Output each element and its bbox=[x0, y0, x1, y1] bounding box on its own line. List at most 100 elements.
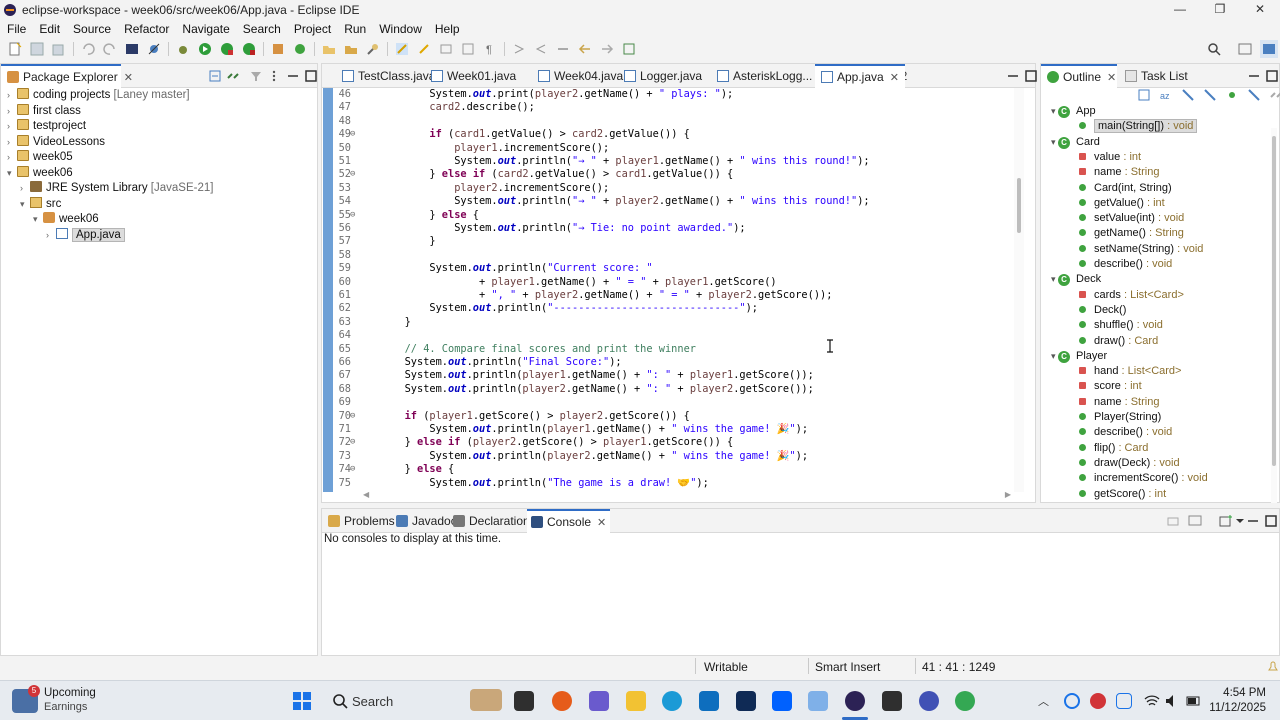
tree-item[interactable]: › VideoLessons bbox=[7, 134, 105, 150]
widget-title[interactable]: Upcoming bbox=[44, 687, 96, 699]
close-icon[interactable]: ✕ bbox=[1107, 72, 1116, 84]
maximize-button[interactable]: ❐ bbox=[1200, 0, 1240, 20]
chevron-down-icon[interactable]: ▾ bbox=[1051, 106, 1058, 116]
menu-project[interactable]: Project bbox=[289, 22, 339, 36]
sort-icon[interactable]: az bbox=[1159, 88, 1173, 102]
outline-item[interactable]: main(String[]) : void bbox=[1079, 119, 1198, 134]
outline-scrollbar-thumb[interactable] bbox=[1272, 136, 1276, 466]
new-java-package-icon[interactable] bbox=[271, 42, 285, 56]
tab-package-explorer[interactable]: Package Explorer ✕ bbox=[1, 64, 133, 88]
tab-outline[interactable]: Outline ✕ bbox=[1041, 64, 1117, 88]
sync-icon[interactable] bbox=[1064, 693, 1080, 709]
notifications-icon[interactable] bbox=[1266, 659, 1280, 673]
outline-item[interactable]: getScore() : int bbox=[1079, 487, 1166, 502]
hide-fields-icon[interactable] bbox=[1181, 88, 1195, 102]
vertical-scrollbar[interactable] bbox=[1014, 88, 1024, 492]
editor-tab[interactable]: App.java ✕ bbox=[815, 64, 905, 88]
menu-help[interactable]: Help bbox=[430, 22, 468, 36]
chevron-down-icon[interactable]: ▾ bbox=[1051, 137, 1058, 147]
collapse-all-icon[interactable] bbox=[1137, 88, 1151, 102]
new-icon[interactable] bbox=[8, 42, 22, 56]
tree-item[interactable]: ▾ src bbox=[20, 196, 61, 212]
menu-window[interactable]: Window bbox=[374, 22, 430, 36]
open-type-icon[interactable] bbox=[322, 42, 336, 56]
maximize-view-icon[interactable] bbox=[304, 69, 318, 83]
tree-item[interactable]: › week05 bbox=[7, 150, 73, 165]
undo-icon[interactable] bbox=[81, 42, 95, 56]
previous-annotation-icon[interactable] bbox=[534, 42, 548, 56]
toggle-breadcrumb-icon[interactable] bbox=[417, 42, 431, 56]
search-toolbar-icon[interactable] bbox=[366, 42, 380, 56]
minimize-editor-icon[interactable] bbox=[1006, 69, 1020, 83]
outline-item[interactable]: cards : List<Card> bbox=[1079, 288, 1184, 303]
outline-item[interactable]: value : int bbox=[1079, 150, 1141, 165]
hide-static-icon[interactable] bbox=[1203, 88, 1217, 102]
outline-item[interactable]: ▾ C App bbox=[1051, 104, 1096, 119]
code-editor[interactable]: 46 System.out.print(player2.getName() + … bbox=[339, 86, 1010, 492]
app-icon[interactable] bbox=[808, 691, 828, 711]
chevron-down-icon[interactable]: ▾ bbox=[20, 197, 30, 212]
chevron-right-icon[interactable]: › bbox=[7, 135, 17, 150]
editor-tab[interactable]: Week01.java bbox=[425, 64, 522, 88]
maximize-view-icon[interactable] bbox=[1264, 514, 1278, 528]
outline-item[interactable]: score : int bbox=[1079, 379, 1142, 394]
show-whitespace-icon[interactable]: ¶ bbox=[483, 42, 497, 56]
terminal-icon[interactable] bbox=[125, 42, 139, 56]
vscode-icon[interactable] bbox=[736, 691, 756, 711]
redo-icon[interactable] bbox=[103, 42, 117, 56]
antivirus-icon[interactable] bbox=[1090, 693, 1106, 709]
pin-editor-icon[interactable] bbox=[622, 42, 636, 56]
tree-item[interactable]: ▾ week06 bbox=[33, 212, 99, 227]
outline-item[interactable]: hand : List<Card> bbox=[1079, 364, 1181, 379]
menu-file[interactable]: File bbox=[2, 22, 34, 36]
minimize-button[interactable]: — bbox=[1160, 0, 1200, 20]
word-wrap-icon[interactable] bbox=[461, 42, 475, 56]
save-icon[interactable] bbox=[30, 42, 44, 56]
maximize-view-icon[interactable] bbox=[1265, 69, 1279, 83]
pin-console-icon[interactable] bbox=[1166, 514, 1180, 528]
new-java-class-icon[interactable] bbox=[293, 42, 307, 56]
horizontal-scrollbar[interactable]: ◀ ▶ bbox=[363, 490, 1011, 501]
menu-source[interactable]: Source bbox=[68, 22, 119, 36]
copilot-icon[interactable] bbox=[589, 691, 609, 711]
java-perspective-icon[interactable] bbox=[1260, 40, 1278, 58]
outline-item[interactable]: Player(String) bbox=[1079, 410, 1161, 425]
store-icon[interactable] bbox=[699, 691, 719, 711]
link-with-editor-icon[interactable] bbox=[1269, 88, 1280, 102]
outline-item[interactable]: Deck() bbox=[1079, 303, 1126, 318]
hide-non-public-icon[interactable] bbox=[1225, 88, 1239, 102]
outline-item[interactable]: draw() : Card bbox=[1079, 334, 1158, 349]
editor-tab[interactable]: Week04.java bbox=[532, 64, 629, 88]
last-edit-location-icon[interactable] bbox=[556, 42, 570, 56]
run-icon[interactable] bbox=[198, 42, 212, 56]
menu-search[interactable]: Search bbox=[238, 22, 289, 36]
chevron-down-icon[interactable]: ▾ bbox=[33, 212, 43, 227]
outline-item[interactable]: describe() : void bbox=[1079, 425, 1172, 440]
tree-item[interactable]: › JRE System Library [JavaSE-21] bbox=[20, 181, 213, 196]
chevron-down-icon[interactable]: ▾ bbox=[1051, 274, 1058, 284]
editor-tab[interactable]: AsteriskLogg... bbox=[711, 64, 818, 88]
outline-item[interactable]: draw(Deck) : void bbox=[1079, 456, 1180, 471]
tree-item[interactable]: › App.java bbox=[46, 227, 125, 243]
display-console-icon[interactable] bbox=[1188, 514, 1202, 528]
outline-item[interactable]: ▾ C Deck bbox=[1051, 272, 1101, 287]
hide-local-types-icon[interactable] bbox=[1247, 88, 1261, 102]
outline-item[interactable]: name : String bbox=[1079, 165, 1159, 180]
editor-tab[interactable]: Logger.java bbox=[618, 64, 708, 88]
outline-item[interactable]: getValue() : int bbox=[1079, 196, 1165, 211]
back-icon[interactable] bbox=[578, 42, 592, 56]
chrome-icon[interactable] bbox=[955, 691, 975, 711]
terminal-taskbar-icon[interactable] bbox=[882, 691, 902, 711]
outline-item[interactable]: setName(String) : void bbox=[1079, 242, 1203, 257]
outline-item[interactable]: ▾ C Player bbox=[1051, 349, 1107, 364]
debug-icon[interactable] bbox=[176, 42, 190, 56]
close-icon[interactable]: ✕ bbox=[890, 72, 899, 84]
tree-item[interactable]: › testproject bbox=[7, 119, 86, 134]
firefox-icon[interactable] bbox=[552, 691, 572, 711]
menu-edit[interactable]: Edit bbox=[34, 22, 68, 36]
outline-item[interactable]: Card(int, String) bbox=[1079, 181, 1172, 196]
link-with-editor-icon[interactable] bbox=[226, 69, 240, 83]
view-menu-icon[interactable] bbox=[267, 69, 281, 83]
tree-item[interactable]: › coding projects [Laney master] bbox=[7, 88, 190, 103]
search-icon[interactable] bbox=[1207, 42, 1221, 56]
